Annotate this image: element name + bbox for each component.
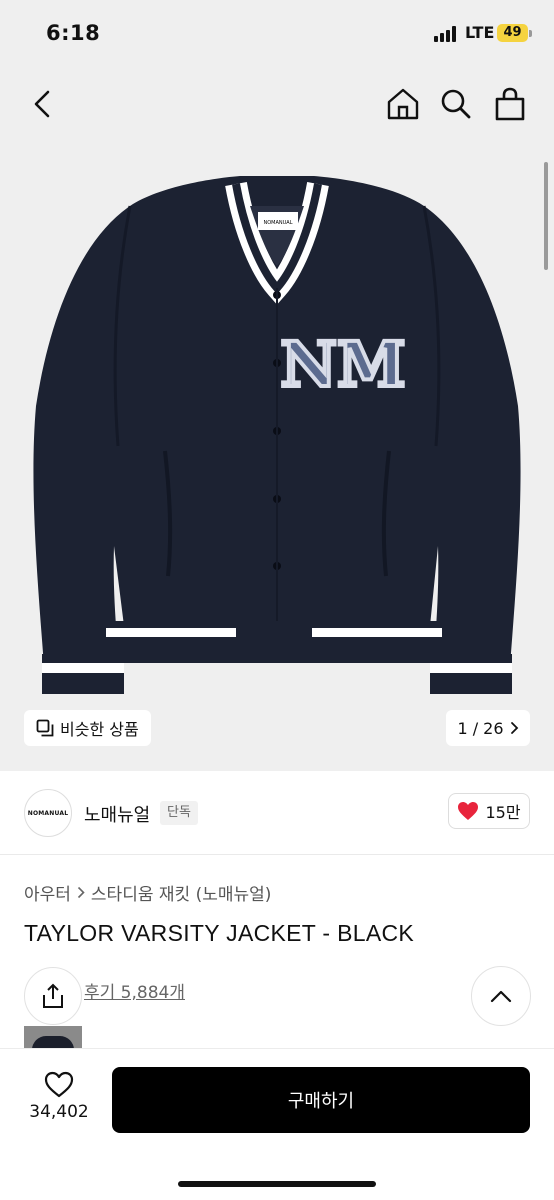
signal-icon [434,26,460,42]
heart-outline-icon [44,1071,74,1098]
wishlist-button[interactable]: 34,402 [24,1071,94,1122]
network-label: LTE [465,23,495,42]
product-title: TAYLOR VARSITY JACKET - BLACK [24,920,415,946]
similar-products-button[interactable]: 비슷한 상품 [24,710,151,746]
scroll-indicator [544,162,548,270]
home-indicator[interactable] [178,1181,376,1187]
battery-tip [529,30,532,37]
breadcrumb: 아우터 스타디움 재킷 (노매뉴얼) [24,880,271,905]
cart-button[interactable] [492,84,528,124]
brand-row: NOMANUAL 노매뉴얼 단독 15만 [0,771,554,855]
heart-filled-icon [458,802,479,820]
share-button[interactable] [24,967,82,1025]
similar-items-icon [36,719,54,737]
search-icon [441,89,471,119]
exclusive-badge: 단독 [160,801,198,825]
shopping-bag-icon [495,87,525,121]
image-counter-text: 1 / 26 [457,718,504,738]
brand-logo[interactable]: NOMANUAL [24,789,72,837]
buy-button[interactable]: 구매하기 [112,1067,530,1133]
brand-name[interactable]: 노매뉴얼 [84,801,150,827]
product-thumbnail[interactable] [24,1026,82,1048]
brand-like-count: 15만 [485,803,521,822]
breadcrumb-category[interactable]: 아우터 [24,880,71,905]
brand-like-button[interactable]: 15만 [448,793,530,829]
chevron-right-icon [510,722,518,734]
back-button[interactable] [24,84,60,124]
neck-tag-text: NOMANUAL [263,220,292,226]
image-counter[interactable]: 1 / 26 [446,710,530,746]
bottom-action-bar: 34,402 구매하기 [0,1048,554,1200]
similar-products-label: 비슷한 상품 [60,720,139,739]
nm-patch: NM [280,328,405,401]
clock: 6:18 [46,21,101,45]
home-button[interactable] [385,84,421,124]
share-icon [43,983,63,1008]
wishlist-count: 34,402 [29,1102,89,1122]
battery-icon: 49 [497,24,528,42]
scroll-top-button[interactable] [471,966,531,1026]
chevron-up-icon [490,990,512,1003]
brand-logo-text: NOMANUAL [27,809,69,817]
status-bar: 6:18 LTE 49 [0,0,554,66]
search-button[interactable] [438,84,474,124]
home-icon [387,88,419,120]
chevron-left-icon [34,90,50,118]
breadcrumb-subcategory[interactable]: 스타디움 재킷 (노매뉴얼) [91,880,271,905]
chevron-right-icon [77,886,85,899]
reviews-link[interactable]: 후기 5,884개 [84,978,185,1003]
jacket-image: NOMANUAL NM [33,176,521,694]
product-image-carousel[interactable]: NOMANUAL NM [0,66,554,771]
